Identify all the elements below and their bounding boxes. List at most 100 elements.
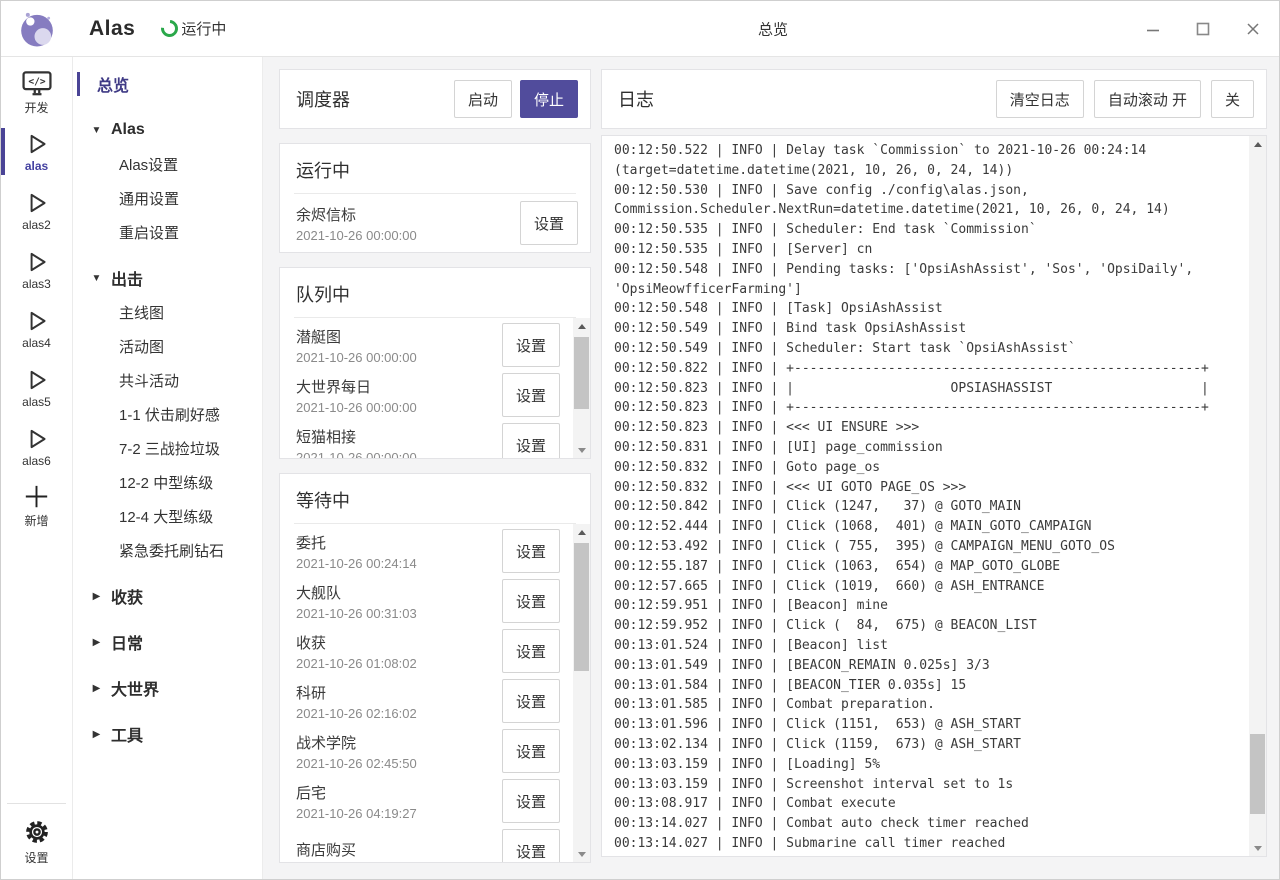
nav-menu: 总览 ▼AlasAlas设置通用设置重启设置 ▼出击主线图活动图共斗活动1-1 伏击…: [73, 57, 263, 880]
log-line: 00:12:50.822 | INFO | +-----------------…: [614, 359, 1249, 379]
scrollbar-thumb[interactable]: [1250, 734, 1265, 814]
scroll-down-icon[interactable]: [1249, 840, 1266, 856]
task-row: 战术学院 2021-10-26 02:45:50设置: [280, 726, 590, 776]
task-info: 委托2021-10-26 00:24:14: [296, 532, 502, 571]
task-setting-button[interactable]: 设置: [502, 729, 560, 773]
sidebar-item-alas[interactable]: alas: [1, 122, 72, 181]
sidebar-item-alas5[interactable]: alas5: [1, 358, 72, 417]
task-info: 短猫相接2021-10-26 00:00:00: [296, 426, 502, 459]
sidebar-bottom: 设置: [7, 803, 66, 880]
minimize-button[interactable]: [1143, 19, 1163, 39]
pending-scrollbar[interactable]: [573, 318, 590, 458]
task-name: 科研: [296, 682, 502, 703]
task-name: 战术学院: [296, 732, 502, 753]
sidebar-item-settings[interactable]: 设置: [7, 812, 66, 870]
log-title: 日志: [618, 86, 996, 112]
app-logo-icon: [17, 9, 57, 49]
sidebar-item-label: alas6: [22, 454, 51, 468]
scrollbar-thumb[interactable]: [574, 337, 589, 409]
task-name: 短猫相接: [296, 426, 502, 447]
task-info: 收获2021-10-26 01:08:02: [296, 632, 502, 671]
scroll-up-icon[interactable]: [1249, 136, 1266, 152]
titlebar: Alas 运行中 总览: [1, 1, 1279, 57]
nav-item-12-2 中型练级[interactable]: 12-2 中型练级: [73, 465, 262, 499]
nav-item-7-2 三战捡垃圾[interactable]: 7-2 三战捡垃圾: [73, 431, 262, 465]
nav-group-出击[interactable]: ▼出击: [73, 261, 262, 295]
nav-group-工具[interactable]: ▶工具: [73, 717, 262, 751]
close-button[interactable]: [1243, 19, 1263, 39]
sidebar-item-alas2[interactable]: alas2: [1, 181, 72, 240]
sidebar-item-label: alas: [25, 159, 48, 173]
log-line: 00:12:50.842 | INFO | Click (1247, 37) @…: [614, 497, 1249, 517]
nav-item-主线图[interactable]: 主线图: [73, 295, 262, 329]
log-header-panel: 日志 清空日志 自动滚动 开 关: [601, 69, 1267, 129]
autoscroll-on-button[interactable]: 自动滚动 开: [1094, 80, 1201, 118]
log-line: 00:12:50.831 | INFO | [UI] page_commissi…: [614, 438, 1249, 458]
stop-button[interactable]: 停止: [520, 80, 578, 118]
nav-group-label: 大世界: [111, 676, 159, 700]
task-setting-button[interactable]: 设置: [502, 323, 560, 367]
scroll-down-icon[interactable]: [573, 442, 590, 458]
nav-item-通用设置[interactable]: 通用设置: [73, 181, 262, 215]
nav-item-重启设置[interactable]: 重启设置: [73, 215, 262, 249]
task-next-run-time: 2021-10-26 02:16:02: [296, 706, 502, 721]
clear-log-button[interactable]: 清空日志: [996, 80, 1084, 118]
task-setting-button[interactable]: 设置: [520, 201, 578, 245]
task-setting-button[interactable]: 设置: [502, 779, 560, 823]
task-setting-button[interactable]: 设置: [502, 423, 560, 458]
nav-item-12-4 大型练级[interactable]: 12-4 大型练级: [73, 499, 262, 533]
scroll-up-icon[interactable]: [573, 318, 590, 334]
nav-item-label: 总览: [97, 72, 129, 96]
task-setting-button[interactable]: 设置: [502, 529, 560, 573]
status-label: 运行中: [181, 18, 226, 39]
task-setting-button[interactable]: 设置: [502, 679, 560, 723]
task-setting-button[interactable]: 设置: [502, 373, 560, 417]
sidebar-item-dev[interactable]: </>开发: [1, 63, 72, 122]
nav-item-共斗活动[interactable]: 共斗活动: [73, 363, 262, 397]
sidebar-item-label: alas5: [22, 395, 51, 409]
maximize-button[interactable]: [1193, 19, 1213, 39]
nav-item-label: 7-2 三战捡垃圾: [119, 438, 220, 459]
log-buttons: 清空日志 自动滚动 开 关: [996, 80, 1254, 118]
log-line: 00:12:50.832 | INFO | <<< UI GOTO PAGE_O…: [614, 478, 1249, 498]
scrollbar-thumb[interactable]: [574, 543, 589, 671]
task-info: 后宅2021-10-26 04:19:27: [296, 782, 502, 821]
nav-item-Alas设置[interactable]: Alas设置: [73, 147, 262, 181]
task-info: 大世界每日2021-10-26 00:00:00: [296, 376, 502, 415]
log-scrollbar[interactable]: [1249, 136, 1266, 856]
nav-group-Alas[interactable]: ▼Alas: [73, 113, 262, 147]
pending-panel: 队列中 潜艇图2021-10-26 00:00:00设置大世界每日2021-10…: [279, 267, 591, 459]
task-info: 大舰队2021-10-26 00:31:03: [296, 582, 502, 621]
scroll-down-icon[interactable]: [573, 846, 590, 862]
task-setting-button[interactable]: 设置: [502, 829, 560, 862]
running-title: 运行中: [294, 144, 576, 194]
task-next-run-time: 2021-10-26 00:00:00: [296, 400, 502, 415]
sidebar-item-add[interactable]: 新增: [1, 476, 72, 535]
task-rows: 委托2021-10-26 00:24:14设置大舰队2021-10-26 00:…: [280, 526, 590, 862]
start-button[interactable]: 启动: [454, 80, 512, 118]
nav-item-1-1 伏击刷好感[interactable]: 1-1 伏击刷好感: [73, 397, 262, 431]
task-next-run-time: 2021-10-26 01:08:02: [296, 656, 502, 671]
log-line: 00:13:14.027 | INFO | Combat auto check …: [614, 814, 1249, 834]
log-line: 00:12:57.665 | INFO | Click (1019, 660) …: [614, 577, 1249, 597]
nav-item-紧急委托刷钻石[interactable]: 紧急委托刷钻石: [73, 533, 262, 567]
svg-text:</>: </>: [28, 76, 45, 87]
nav-item-总览[interactable]: 总览: [73, 67, 262, 101]
autoscroll-off-button[interactable]: 关: [1211, 80, 1254, 118]
sidebar-item-alas4[interactable]: alas4: [1, 299, 72, 358]
nav-group-日常[interactable]: ▶日常: [73, 625, 262, 659]
task-row: 余烬信标2021-10-26 00:00:00设置: [280, 196, 590, 250]
nav-group-收获[interactable]: ▶收获: [73, 579, 262, 613]
nav-item-活动图[interactable]: 活动图: [73, 329, 262, 363]
play-icon: [24, 249, 50, 275]
task-next-run-time: 2021-10-26 02:45:50: [296, 756, 502, 771]
task-row: 短猫相接2021-10-26 00:00:00设置: [280, 420, 590, 458]
sidebar-item-alas6[interactable]: alas6: [1, 417, 72, 476]
task-setting-button[interactable]: 设置: [502, 629, 560, 673]
nav-group-大世界[interactable]: ▶大世界: [73, 671, 262, 705]
waiting-scrollbar[interactable]: [573, 524, 590, 862]
task-setting-button[interactable]: 设置: [502, 579, 560, 623]
scroll-up-icon[interactable]: [573, 524, 590, 540]
sidebar-item-alas3[interactable]: alas3: [1, 240, 72, 299]
play-icon: [24, 190, 50, 216]
